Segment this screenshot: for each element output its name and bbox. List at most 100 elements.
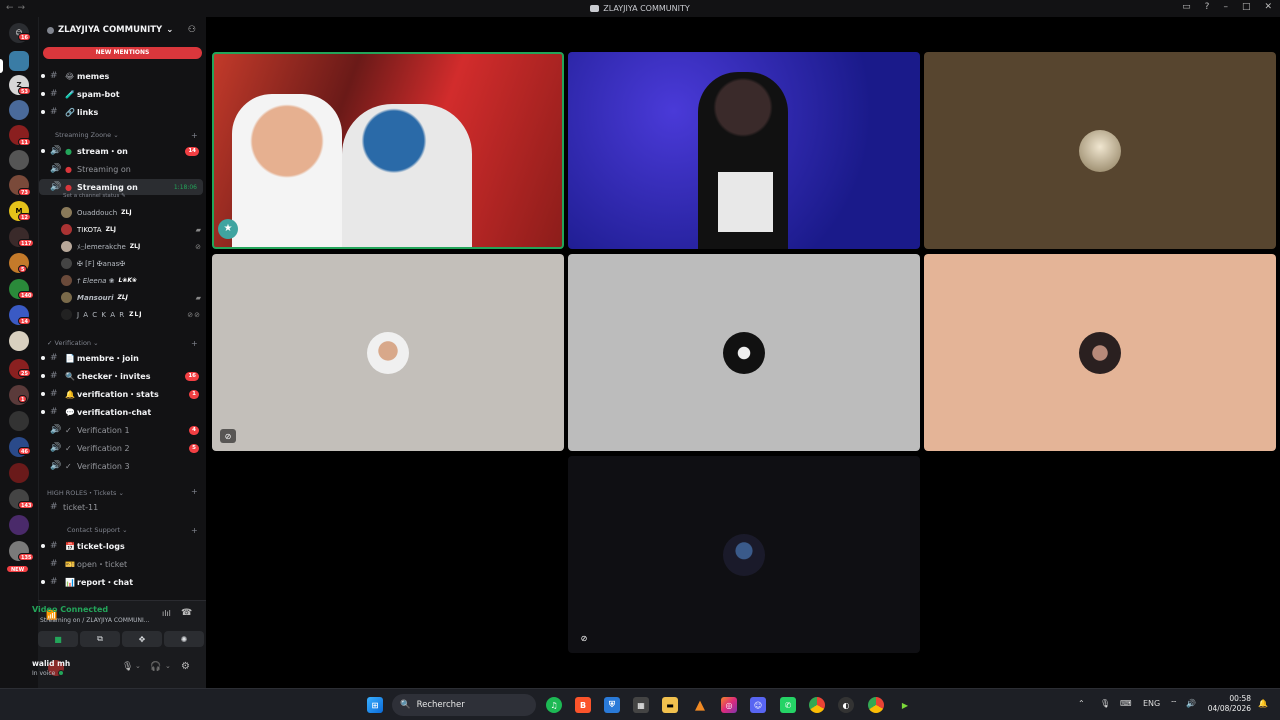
chevron-down-icon[interactable]: ⌄ (135, 662, 141, 670)
unread-badge: 5 (189, 443, 199, 453)
keyboard-icon[interactable]: ⌨ (1120, 699, 1132, 708)
maximize-button[interactable]: □ (1242, 2, 1251, 12)
channel-spam-bot[interactable]: # 🧪 spam-bot (39, 86, 206, 102)
store-icon[interactable]: ▦ (633, 697, 649, 713)
hash-icon: # (50, 559, 58, 569)
page-emoji-icon: 📄 (65, 353, 75, 363)
close-button[interactable]: ✕ (1264, 2, 1272, 12)
inbox-icon[interactable]: ▭ (1182, 2, 1191, 12)
channel-memes[interactable]: # 😂 memes (39, 68, 206, 84)
channel-verification-3[interactable]: 🔊 ✓ Verification 3 (39, 458, 206, 474)
add-channel-icon[interactable]: + (191, 487, 198, 496)
discord-icon[interactable]: ☺ (750, 697, 766, 713)
instagram-icon[interactable]: ◎ (721, 697, 737, 713)
camera-button[interactable]: ■ (38, 631, 78, 647)
spotify-icon[interactable]: ♫ (546, 697, 562, 713)
guild-badge: 53 (18, 87, 31, 95)
category-streaming[interactable]: Streaming Zoone ⌄ + (47, 131, 198, 140)
voice-user[interactable]: † Eleena ❀ L❀K❀ (61, 273, 203, 288)
server-icon[interactable] (9, 100, 29, 120)
category-verification[interactable]: ✓ Verification ⌄ + (47, 339, 198, 348)
voice-user[interactable]: ﾒ۝lemerakche ZLJ ⊘ (61, 239, 203, 254)
noise-suppression-icon[interactable]: ılıl (162, 609, 171, 618)
channel-stream-on[interactable]: 🔊 ● stream・on 14 (39, 143, 206, 159)
server-icon-zlayjiya[interactable] (9, 51, 29, 71)
server-icon[interactable] (9, 515, 29, 535)
participant-tile[interactable]: ⊘ (568, 456, 920, 653)
channel-ticket-logs[interactable]: # 📅 ticket-logs (39, 538, 206, 554)
channel-verification-1[interactable]: 🔊 ✓ Verification 14 (39, 422, 206, 438)
guild-badge: 12 (18, 213, 31, 221)
channel-verification-chat[interactable]: # 💬 verification-chat (39, 404, 206, 420)
voice-status[interactable]: Video Connected (32, 605, 108, 614)
whatsapp-icon[interactable]: ✆ (780, 697, 796, 713)
participant-tile[interactable] (924, 254, 1276, 451)
voice-user[interactable]: ✠ [F] ✠anas✠ (61, 256, 203, 271)
unread-badge: 14 (185, 146, 199, 156)
invite-people-icon[interactable]: ⚇ (188, 25, 196, 35)
vlc-icon[interactable]: ▲ (692, 697, 708, 713)
channel-checker-invites[interactable]: # 🔍 checker・invites 16 (39, 368, 206, 384)
category-high-roles[interactable]: HIGH ROLES・Tickets ⌄ + (47, 487, 198, 497)
wifi-icon[interactable]: ⌔ (1170, 699, 1178, 709)
server-icon[interactable] (9, 150, 29, 170)
help-icon[interactable]: ? (1205, 2, 1210, 12)
server-header[interactable]: ZLAYJIYA COMMUNITY ⌄ ⚇ (39, 17, 206, 43)
microphone-icon[interactable]: 🎙 (122, 662, 133, 672)
windows-start-icon[interactable]: ⊞ (367, 697, 383, 713)
tray-chevron-icon[interactable]: ⌃ (1078, 699, 1085, 708)
channel-ticket-11[interactable]: # ticket-11 (39, 499, 206, 515)
volume-icon[interactable]: 🔊 (1186, 699, 1196, 708)
shield-icon[interactable]: ⛨ (604, 697, 620, 713)
soundboard-button[interactable]: ✺ (164, 631, 204, 647)
voice-location[interactable]: Streaming on / ZLAYJIYA COMMUNI... (40, 617, 150, 624)
clock[interactable]: 00:58 04/08/2026 (1205, 694, 1251, 714)
brave-icon[interactable]: B (575, 697, 591, 713)
media-player-icon[interactable]: ▶ (897, 697, 913, 713)
add-channel-icon[interactable]: + (191, 526, 198, 535)
new-mentions-bar[interactable]: NEW MENTIONS (43, 47, 202, 59)
participant-tile[interactable]: ⊘ (212, 254, 564, 451)
chrome-icon[interactable] (809, 697, 825, 713)
folder-icon[interactable]: ▬ (662, 697, 678, 713)
notification-icon[interactable]: 🔔 (1258, 699, 1268, 708)
language-indicator[interactable]: ENG (1143, 699, 1160, 708)
channel-open-ticket[interactable]: # 🎫 open・ticket (39, 556, 206, 572)
avatar (1079, 332, 1121, 374)
channel-links[interactable]: # 🔗 links (39, 104, 206, 120)
voice-user[interactable]: J A C K A R ZLJ ⊘⊘ (61, 307, 203, 322)
chevron-down-icon: ⌄ (113, 131, 119, 139)
participant-tile[interactable] (568, 254, 920, 451)
video-tile-stream[interactable]: ★ (212, 52, 564, 249)
channel-verification-stats[interactable]: # 🔔 verification・stats 1 (39, 386, 206, 402)
server-icon[interactable] (9, 463, 29, 483)
chevron-down-icon[interactable]: ⌄ (165, 662, 171, 670)
participant-tile[interactable] (924, 52, 1276, 249)
chrome-profile-icon[interactable] (868, 697, 884, 713)
channel-verification-2[interactable]: 🔊 ✓ Verification 25 (39, 440, 206, 456)
channel-status[interactable]: Set a channel status ✎ (63, 193, 126, 199)
activities-button[interactable]: ✥ (122, 631, 162, 647)
search-box[interactable]: 🔍 Rechercher (392, 694, 536, 716)
minimize-button[interactable]: – (1223, 2, 1228, 12)
screen-share-button[interactable]: ⧉ (80, 631, 120, 647)
mic-tray-icon[interactable]: 🎙 (1100, 699, 1110, 708)
browser-icon[interactable]: ◐ (838, 697, 854, 713)
voice-user[interactable]: TIKOTA ZLJ ▰ (61, 222, 203, 237)
channel-membre-join[interactable]: # 📄 membre・join (39, 350, 206, 366)
add-channel-icon[interactable]: + (191, 339, 198, 348)
server-icon[interactable] (9, 331, 29, 351)
voice-user[interactable]: Mansouri ZLJ ▰ (61, 290, 203, 305)
disconnect-icon[interactable]: ☎ (181, 608, 192, 618)
channel-streaming-on[interactable]: 🔊 ● Streaming on (39, 161, 206, 177)
add-channel-icon[interactable]: + (191, 131, 198, 140)
username[interactable]: walid mh (32, 659, 70, 668)
voice-user[interactable]: Ouaddouch ZLJ (61, 205, 203, 220)
server-icon[interactable] (9, 411, 29, 431)
category-contact-support[interactable]: Contact Support ⌄ + (47, 526, 198, 535)
video-tile-camera[interactable] (568, 52, 920, 249)
channel-report-chat[interactable]: # 📊 report・chat (39, 574, 206, 590)
nav-arrows-icon[interactable]: ←→ (6, 3, 29, 13)
headphones-icon[interactable]: 🎧 (150, 662, 161, 672)
settings-gear-icon[interactable]: ⚙ (181, 661, 190, 672)
